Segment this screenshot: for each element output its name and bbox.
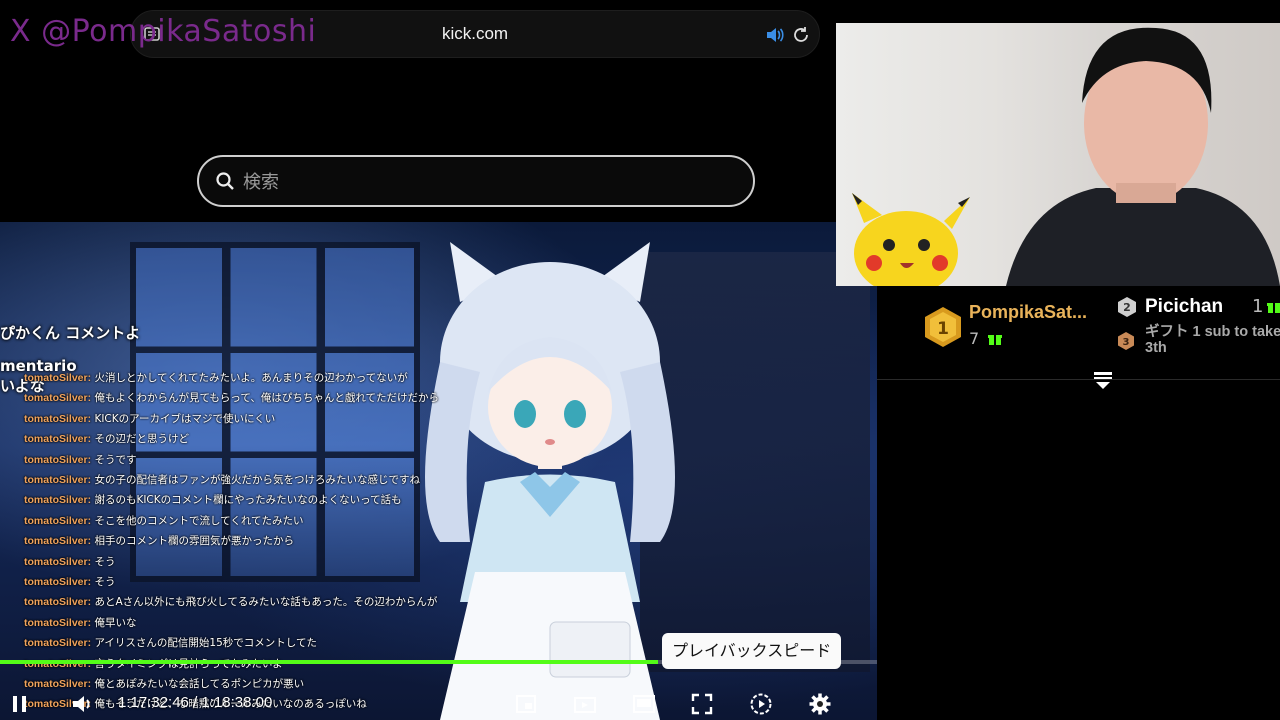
svg-text:2: 2 [1123,301,1131,314]
theater-icon[interactable] [573,692,597,716]
chat-text: 謝るのもKICKのコメント欄にやったみたいなのよくないって話も [94,494,402,507]
chat-message: tomatoSilver: そうです [24,452,136,471]
miniplayer-icon[interactable] [632,692,656,716]
leaderboard-second-name[interactable]: Picichan [1145,296,1223,318]
chat-text: 火消しとかしてくれてたみたいよ。あんまりその辺わかってないが [94,372,408,384]
speaker-icon[interactable] [765,26,785,44]
chat-username[interactable]: tomatoSilver: [24,576,91,588]
search-bar[interactable] [197,155,755,207]
progress-fill [0,660,658,664]
chat-message: tomatoSilver: 俺早いな [24,615,136,634]
chat-username[interactable]: tomatoSilver: [24,494,91,506]
reload-icon[interactable] [791,25,811,45]
chat-message: tomatoSilver: そこを他のコメントで流してくれてたみたい [24,513,304,532]
chat-message: tomatoSilver: その辺だと思うけど [24,431,189,450]
vtuber-avatar [425,242,675,720]
time-display: 1:17:32:46 / 1:18:38:00 [118,694,273,711]
chat-text: 俺早いな [94,616,137,629]
chat-message: tomatoSilver: 謝るのもKICKのコメント欄にやったみたいなのよくな… [24,492,402,511]
svg-text:1: 1 [937,319,949,339]
chat-username[interactable]: tomatoSilver: [24,372,91,384]
chat-username[interactable]: tomatoSilver: [24,535,91,547]
chat-username[interactable]: tomatoSilver: [24,515,91,527]
settings-icon[interactable] [808,692,832,716]
leaderboard-second-count: 1 [1252,296,1264,317]
gift-icon [988,335,1002,345]
chat-username[interactable]: tomatoSilver: [24,413,91,425]
chat-text: アイリスさんの配信開始15秒でコメントしてた [94,637,317,650]
chat-username[interactable]: tomatoSilver: [24,596,91,608]
webcam-feed [836,23,1280,286]
chat-text: あとAさん以外にも飛び火してるみたいな話もあった。その辺わからんが [94,596,438,609]
chat-text: KICKのアーカイブはマジで使いにくい [94,412,276,425]
chat-text: その辺だと思うけど [94,433,189,446]
pip-icon[interactable] [514,692,538,716]
chat-message: tomatoSilver: KICKのアーカイブはマジで使いにくい [24,411,275,430]
volume-icon[interactable] [70,692,94,716]
chat-message: tomatoSilver: あとAさん以外にも飛び火してるみたいな話もあった。そ… [24,594,437,613]
video-player[interactable]: ぴかくん コメントよ mentario いよな tomatoSilver: 火消… [0,222,877,720]
playback-speed-icon[interactable] [749,692,773,716]
search-input[interactable] [243,169,723,195]
overlay-text-line: ぴかくん コメントよ [0,324,141,342]
chat-username[interactable]: tomatoSilver: [24,637,91,649]
chat-username[interactable]: tomatoSilver: [24,617,91,629]
pause-icon[interactable] [8,692,32,716]
rank-1-badge: 1 [925,307,961,347]
gift-leaderboard: 1 PompikaSat... 7 2 Picichan 1 3 ギフト 1 s… [877,286,1280,720]
chat-username[interactable]: tomatoSilver: [24,474,91,486]
fullscreen-icon[interactable] [690,692,714,716]
pikachu-plush [852,193,970,286]
gift-icon [1267,303,1280,313]
chat-username[interactable]: tomatoSilver: [24,454,91,466]
chat-message: tomatoSilver: 言うタイミングは見計らってたみたいよ [24,656,283,675]
chat-text: 女の子の配信者はファンが強火だから気をつけろみたいな感じですね [94,474,420,486]
rank-3-badge: 3 [1118,332,1134,350]
leaderboard-divider [877,379,1280,380]
leaderboard-first-count: 7 [969,329,980,348]
chat-username[interactable]: tomatoSilver: [24,556,91,568]
chat-username[interactable]: tomatoSilver: [24,433,91,445]
watermark-handle: X @PompikaSatoshi [10,14,317,49]
chat-text: そう [94,555,116,568]
chat-message: tomatoSilver: 火消しとかしてくれてたみたいよ。あんまりその辺わかっ… [24,370,408,389]
streamer [1006,27,1280,286]
leaderboard-third-prompt: ギフト 1 sub to take 3th [1145,324,1280,356]
search-icon [216,172,234,190]
chat-message: tomatoSilver: 相手のコメント欄の雰囲気が悪かったから [24,533,294,552]
chat-message: tomatoSilver: 俺もよくわからんが見てもらって、俺はぴちちゃんと戯れ… [24,390,439,409]
chat-text: そう [94,576,116,588]
playback-speed-tooltip: プレイバックスピード [662,633,842,669]
chat-text: 俺もよくわからんが見てもらって、俺はぴちちゃんと戯れてただけだから [94,392,440,405]
chat-text: そこを他のコメントで流してくれてたみたい [94,514,304,527]
player-controls: 1:17:32:46 / 1:18:38:00 [0,684,877,720]
chat-text: 相手のコメント欄の雰囲気が悪かったから [94,535,294,548]
collapse-icon[interactable] [1092,370,1114,390]
leaderboard-first-name[interactable]: PompikaSat... [969,302,1087,323]
svg-text:3: 3 [1123,337,1130,348]
chat-username[interactable]: tomatoSilver: [24,392,91,404]
chat-message: tomatoSilver: 女の子の配信者はファンが強火だから気をつけろみたいな… [24,472,420,491]
chat-message: tomatoSilver: そう [24,554,115,573]
rank-2-badge: 2 [1118,297,1136,317]
chat-text: そうです [94,453,137,466]
chat-message: tomatoSilver: そう [24,574,115,593]
chat-message: tomatoSilver: アイリスさんの配信開始15秒でコメントしてた [24,635,317,654]
